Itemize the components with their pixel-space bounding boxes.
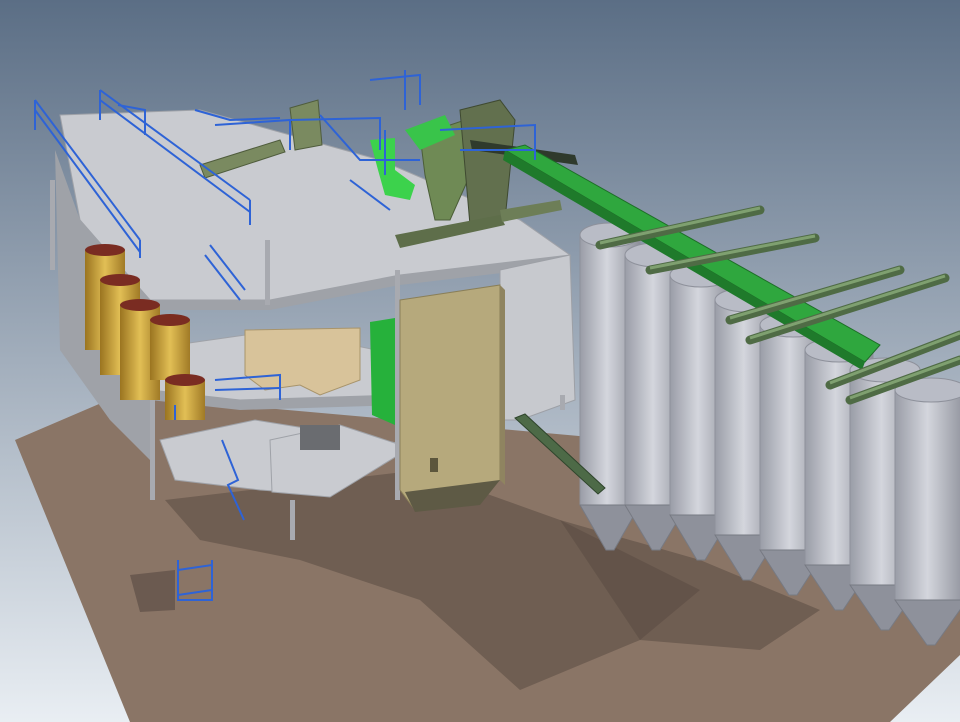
pit-opening (300, 425, 340, 450)
bucket-elevator-tower-side (500, 285, 505, 485)
roof-duct-b (289, 99, 323, 151)
plant-3d-scene (0, 0, 960, 722)
green-chute-panel (370, 318, 395, 425)
steel-column (290, 500, 295, 540)
steel-column (395, 270, 400, 500)
elevator-head (459, 99, 516, 226)
tank-flange (150, 314, 190, 326)
bucket-elevator-tower-front[interactable] (399, 284, 501, 511)
tower-door (430, 458, 438, 472)
hopper-bin[interactable] (244, 327, 361, 396)
steel-column (560, 395, 565, 410)
tank-flange (165, 374, 205, 386)
tank-flange (85, 244, 125, 256)
steel-column (50, 180, 55, 270)
tank-body (150, 320, 190, 380)
tank-flange (120, 299, 160, 311)
tank-flange (100, 274, 140, 286)
model-viewport[interactable] (0, 0, 960, 722)
silo (894, 377, 960, 646)
steel-column (265, 240, 270, 305)
silo-body (894, 389, 960, 601)
